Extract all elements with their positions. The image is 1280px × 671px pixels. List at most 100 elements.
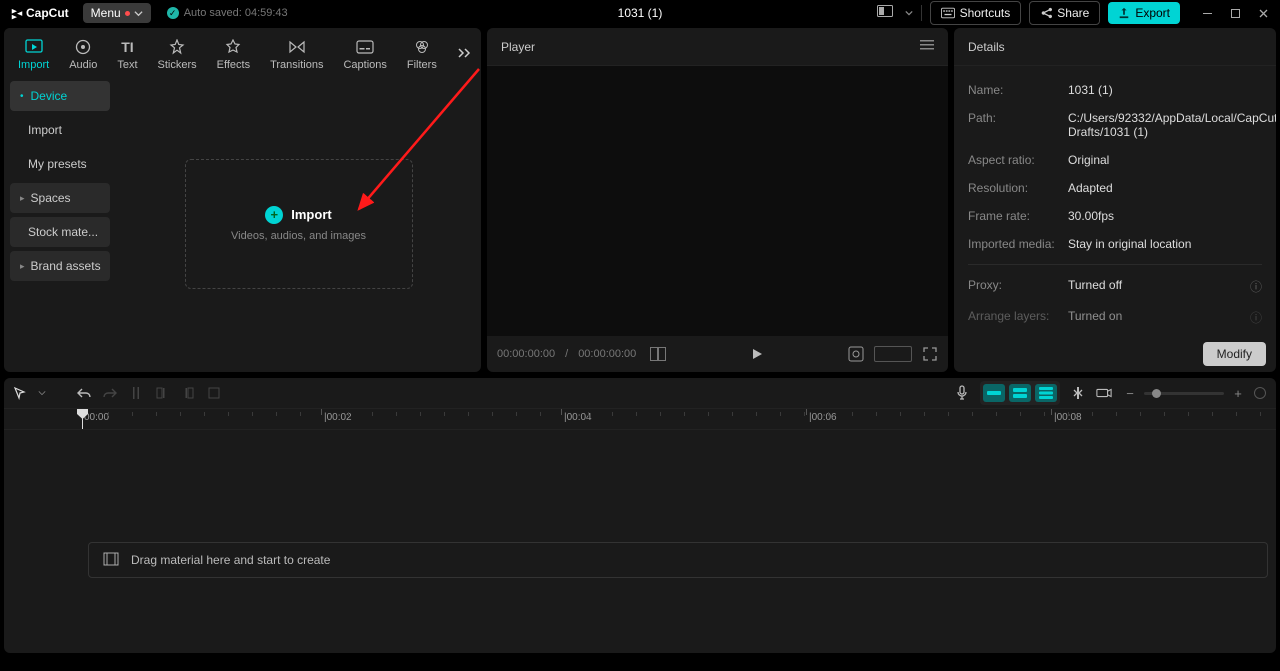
track-mode-cover[interactable] xyxy=(1009,384,1031,402)
transitions-icon xyxy=(288,38,306,56)
details-panel: Details Name:1031 (1) Path:C:/Users/9233… xyxy=(954,28,1276,372)
chevrons-right-icon xyxy=(457,47,471,59)
import-subtitle: Videos, audios, and images xyxy=(231,230,366,242)
detail-resolution-value: Adapted xyxy=(1068,181,1262,195)
detail-imported-label: Imported media: xyxy=(968,237,1068,251)
detail-arrange-label: Arrange layers: xyxy=(968,309,1068,326)
audio-icon xyxy=(74,38,92,56)
text-icon: TI xyxy=(118,38,136,56)
detail-path-label: Path: xyxy=(968,111,1068,139)
play-button[interactable] xyxy=(745,342,769,366)
plus-icon: + xyxy=(265,206,283,224)
ruler-tick: |00:06 xyxy=(809,412,837,423)
app-logo: CapCut xyxy=(4,6,75,20)
zoom-out-icon[interactable]: − xyxy=(1122,385,1138,401)
zoom-in-icon[interactable]: + xyxy=(1230,385,1246,401)
player-viewport xyxy=(487,66,948,336)
stickers-icon xyxy=(168,38,186,56)
tab-audio[interactable]: Audio xyxy=(59,34,107,75)
title-bar: CapCut Menu ✓ Auto saved: 04:59:43 1031 … xyxy=(0,0,1280,26)
magnet-icon[interactable] xyxy=(1070,385,1086,401)
tab-effects[interactable]: Effects xyxy=(207,34,260,75)
zoom-fit-icon[interactable] xyxy=(1252,385,1268,401)
track-mode-main[interactable] xyxy=(983,384,1005,402)
ratio-button[interactable] xyxy=(874,346,912,362)
import-drop-box[interactable]: + Import Videos, audios, and images xyxy=(185,159,413,289)
compare-icon[interactable] xyxy=(650,346,666,362)
tab-captions[interactable]: Captions xyxy=(333,34,396,75)
import-label: Import xyxy=(291,207,331,222)
sidebar-item-device[interactable]: Device xyxy=(10,81,110,111)
detail-framerate-label: Frame rate: xyxy=(968,209,1068,223)
undo-icon[interactable] xyxy=(76,385,92,401)
export-button[interactable]: Export xyxy=(1108,2,1180,24)
snapshot-icon[interactable] xyxy=(848,346,864,362)
player-menu-icon[interactable] xyxy=(920,39,934,54)
film-icon xyxy=(103,552,119,568)
delete-left-icon xyxy=(154,385,170,401)
maximize-button[interactable] xyxy=(1222,2,1248,24)
sidebar-item-import[interactable]: Import xyxy=(10,115,110,145)
sidebar-item-brand[interactable]: Brand assets xyxy=(10,251,110,281)
tab-import[interactable]: Import xyxy=(8,34,59,75)
check-icon: ✓ xyxy=(167,7,179,19)
delete-right-icon xyxy=(180,385,196,401)
detail-path-value: C:/Users/92332/AppData/Local/CapCut Draf… xyxy=(1068,111,1276,139)
detail-framerate-value: 30.00fps xyxy=(1068,209,1262,223)
menu-button[interactable]: Menu xyxy=(83,3,151,23)
keyboard-icon xyxy=(941,7,955,19)
detail-name-value: 1031 (1) xyxy=(1068,83,1262,97)
share-button[interactable]: Share xyxy=(1029,1,1100,25)
layout-icon[interactable] xyxy=(873,1,897,26)
pointer-tool-icon[interactable] xyxy=(12,385,28,401)
time-current: 00:00:00:00 xyxy=(497,348,555,360)
timeline-ruler[interactable]: 00:00|00:02|00:04|00:06|00:08 xyxy=(4,408,1276,430)
fullscreen-icon[interactable] xyxy=(922,346,938,362)
empty-track-text: Drag material here and start to create xyxy=(131,553,330,567)
info-icon[interactable]: ⓘ xyxy=(1250,309,1262,326)
export-icon xyxy=(1118,7,1130,19)
sidebar-item-presets[interactable]: My presets xyxy=(10,149,110,179)
media-tabs: Import Audio TI Text Stickers Effects Tr… xyxy=(4,28,481,75)
tab-filters[interactable]: Filters xyxy=(397,34,447,75)
preview-render-icon[interactable] xyxy=(1096,385,1112,401)
chevron-down-icon[interactable] xyxy=(905,9,913,17)
info-icon[interactable]: ⓘ xyxy=(1250,278,1262,295)
empty-track-hint[interactable]: Drag material here and start to create xyxy=(88,542,1268,578)
filters-icon xyxy=(413,38,431,56)
player-panel: Player 00:00:00:00 / 00:00:00:00 xyxy=(487,28,948,372)
detail-arrange-value: Turned on xyxy=(1068,309,1250,326)
timeline-tracks[interactable]: Drag material here and start to create xyxy=(4,430,1276,653)
media-sidebar: Device Import My presets Spaces Stock ma… xyxy=(4,75,116,372)
timeline-panel: − + 00:00|00:02|00:04|00:06|00:08 Drag m… xyxy=(4,378,1276,653)
tab-transitions[interactable]: Transitions xyxy=(260,34,333,75)
redo-icon xyxy=(102,385,118,401)
modify-button[interactable]: Modify xyxy=(1203,342,1266,366)
effects-icon xyxy=(224,38,242,56)
shortcuts-button[interactable]: Shortcuts xyxy=(930,1,1022,25)
track-mode-toggle xyxy=(980,381,1060,405)
tab-text[interactable]: TI Text xyxy=(107,34,147,75)
track-mode-all[interactable] xyxy=(1035,384,1057,402)
mic-icon[interactable] xyxy=(954,385,970,401)
tabs-more-button[interactable] xyxy=(447,41,481,68)
time-total: 00:00:00:00 xyxy=(578,348,636,360)
detail-imported-value: Stay in original location xyxy=(1068,237,1262,251)
details-title: Details xyxy=(968,40,1005,54)
sidebar-item-stock[interactable]: Stock mate... xyxy=(10,217,110,247)
detail-name-label: Name: xyxy=(968,83,1068,97)
playhead[interactable] xyxy=(82,409,83,430)
tab-stickers[interactable]: Stickers xyxy=(148,34,207,75)
detail-aspect-label: Aspect ratio: xyxy=(968,153,1068,167)
player-title: Player xyxy=(501,40,535,54)
minimize-button[interactable] xyxy=(1194,2,1220,24)
zoom-slider[interactable] xyxy=(1144,392,1224,395)
media-panel: Import Audio TI Text Stickers Effects Tr… xyxy=(4,28,481,372)
autosave-status: ✓ Auto saved: 04:59:43 xyxy=(167,7,288,19)
chevron-down-icon[interactable] xyxy=(38,389,46,397)
zoom-control: − + xyxy=(1122,385,1268,401)
sidebar-item-spaces[interactable]: Spaces xyxy=(10,183,110,213)
detail-proxy-label: Proxy: xyxy=(968,278,1068,295)
close-button[interactable] xyxy=(1250,2,1276,24)
detail-aspect-value: Original xyxy=(1068,153,1262,167)
